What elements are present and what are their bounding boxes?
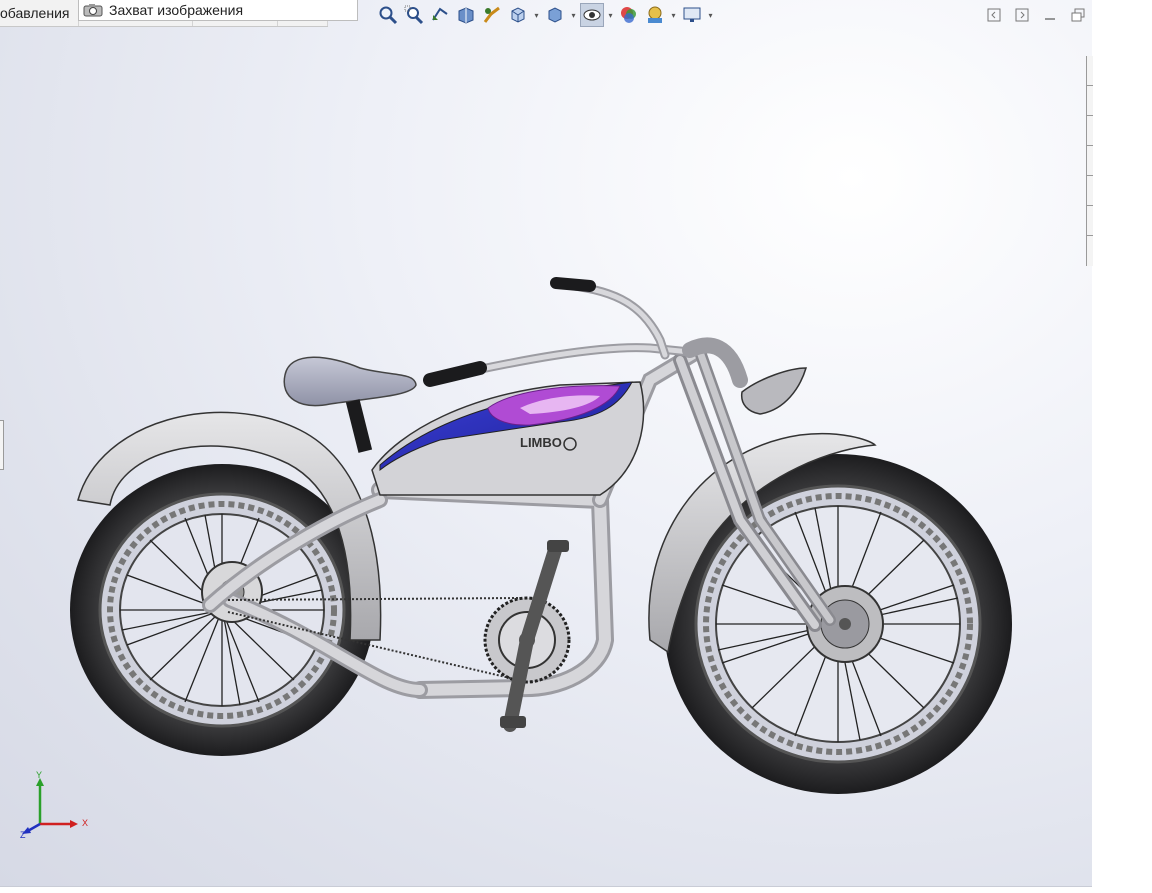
task-pane-tab[interactable] [1087,176,1093,206]
tile-right-icon[interactable] [1012,5,1032,25]
triad-y-label: Y [36,770,42,780]
task-pane-tab[interactable] [1087,206,1093,236]
chevron-down-icon[interactable]: ▾ [669,3,678,27]
dynamic-annotation-icon[interactable] [480,3,504,27]
apply-scene-icon[interactable] [643,3,667,27]
zoom-to-fit-icon[interactable] [376,3,400,27]
rear-wheel [70,464,374,756]
task-pane-tab[interactable] [1087,146,1093,176]
task-pane-tab[interactable] [1087,86,1093,116]
chevron-down-icon[interactable]: ▾ [569,3,578,27]
tooltip-label: Захват изображения [109,2,244,18]
handlebar [423,277,748,388]
chevron-down-icon[interactable]: ▾ [706,3,715,27]
chevron-down-icon[interactable]: ▾ [606,3,615,27]
zoom-to-area-icon[interactable] [402,3,426,27]
edit-appearance-icon[interactable] [617,3,641,27]
section-view-icon[interactable] [454,3,478,27]
triad-z-label: Z [20,830,26,840]
feature-manager-flyout-handle[interactable] [0,420,4,470]
minimize-icon[interactable] [1040,5,1060,25]
camera-icon [83,4,103,17]
tank-logo: LIMBO [520,435,562,450]
view-settings-icon[interactable] [680,3,704,27]
chevron-down-icon[interactable]: ▾ [532,3,541,27]
bicycle-model[interactable]: LIMBO [0,0,1092,888]
task-pane-tabs [1086,56,1093,266]
capture-image-tooltip: Захват изображения [78,0,358,21]
graphics-area[interactable]: LIMBO обавления Захват изображения ▾ ▾ ▾… [0,0,1092,888]
task-pane-tab[interactable] [1087,56,1093,86]
document-window-controls [984,5,1088,25]
fuel-tank: LIMBO [371,381,645,496]
task-pane-tab[interactable] [1087,116,1093,146]
heads-up-view-toolbar: ▾ ▾ ▾ ▾ ▾ [376,3,715,27]
view-orientation-icon[interactable] [506,3,530,27]
restore-icon[interactable] [1068,5,1088,25]
right-margin [1092,0,1152,892]
hide-show-items-icon[interactable] [580,3,604,27]
previous-view-icon[interactable] [428,3,452,27]
display-style-icon[interactable] [543,3,567,27]
tab-addins[interactable]: обавления [0,0,80,26]
tile-left-icon[interactable] [984,5,1004,25]
reference-triad: Y X Z [20,770,88,840]
headlight [740,367,808,415]
triad-x-label: X [82,818,88,828]
